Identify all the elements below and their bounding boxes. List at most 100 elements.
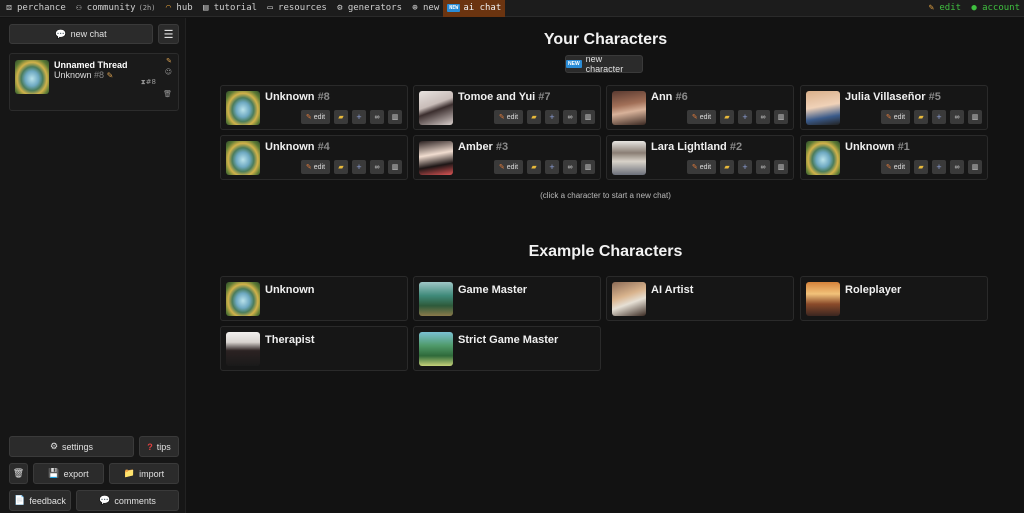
link-button[interactable]: ∞: [756, 160, 770, 174]
comments-button[interactable]: 💬 comments: [76, 490, 179, 511]
delete-button[interactable]: ▥: [388, 160, 402, 174]
export-button[interactable]: 💾 export: [33, 463, 104, 484]
character-avatar: [612, 141, 646, 175]
add-button[interactable]: +: [545, 160, 559, 174]
folder-button[interactable]: ▰: [527, 110, 541, 124]
pencil-icon: ✎: [498, 114, 505, 121]
nav-perchance[interactable]: ⚄ perchance: [0, 0, 70, 17]
delete-button[interactable]: ▥: [581, 160, 595, 174]
add-button[interactable]: +: [932, 110, 946, 124]
trash-icon[interactable]: 🗑: [163, 90, 172, 98]
character-card[interactable]: Unknown #1 ✎ edit ▰ + ∞ ▥: [800, 135, 988, 180]
link-button[interactable]: ∞: [756, 110, 770, 124]
settings-button[interactable]: ⚙ settings: [9, 436, 134, 457]
character-avatar: [419, 91, 453, 125]
speech-bubble-icon: 💬: [55, 28, 67, 39]
hamburger-icon: ☰: [163, 28, 174, 41]
nav-hub[interactable]: ◠ hub: [159, 0, 196, 17]
nav-new[interactable]: ⊕ new: [406, 0, 443, 17]
trash-icon: ▥: [971, 164, 979, 171]
character-card[interactable]: Ann #6 ✎ edit ▰ + ∞ ▥: [606, 85, 794, 130]
character-card[interactable]: Julia Villaseñor #5 ✎ edit ▰ + ∞ ▥: [800, 85, 988, 130]
link-button[interactable]: ∞: [563, 110, 577, 124]
new-character-button[interactable]: NEW new character: [565, 54, 643, 74]
folder-button[interactable]: ▰: [527, 160, 541, 174]
edit-button[interactable]: ✎ edit: [494, 110, 523, 124]
example-character-card[interactable]: Game Master: [413, 276, 601, 321]
character-card[interactable]: Amber #3 ✎ edit ▰ + ∞ ▥: [413, 135, 601, 180]
link-icon: ∞: [567, 113, 573, 121]
example-character-card[interactable]: AI Artist: [606, 276, 794, 321]
edit-button[interactable]: ✎ edit: [687, 160, 716, 174]
link-button[interactable]: ∞: [563, 160, 577, 174]
new-chat-button[interactable]: 💬 new chat: [9, 24, 153, 44]
pencil-icon: ✎: [885, 114, 892, 121]
add-button[interactable]: +: [932, 160, 946, 174]
link-button[interactable]: ∞: [950, 160, 964, 174]
character-avatar: [419, 282, 453, 316]
folder-button[interactable]: ▰: [914, 110, 928, 124]
edit-button[interactable]: ✎ edit: [301, 160, 330, 174]
character-card[interactable]: Lara Lightland #2 ✎ edit ▰ + ∞ ▥: [606, 135, 794, 180]
nav-edit[interactable]: ✎ edit: [922, 0, 965, 17]
pencil-icon: ✎: [691, 164, 698, 171]
feedback-button[interactable]: 📄 feedback: [9, 490, 71, 511]
add-button[interactable]: +: [352, 160, 366, 174]
delete-button[interactable]: ▥: [774, 110, 788, 124]
add-button[interactable]: +: [738, 110, 752, 124]
import-button[interactable]: 📁 import: [109, 463, 179, 484]
character-avatar: [226, 91, 260, 125]
delete-all-button[interactable]: 🗑: [9, 463, 28, 484]
nav-generators[interactable]: ⚙ generators: [331, 0, 406, 17]
edit-button[interactable]: ✎ edit: [301, 110, 330, 124]
edit-button[interactable]: ✎ edit: [881, 110, 910, 124]
example-character-card[interactable]: Unknown: [220, 276, 408, 321]
link-button[interactable]: ∞: [950, 110, 964, 124]
link-icon: ∞: [760, 113, 766, 121]
folder-button[interactable]: ▰: [334, 110, 348, 124]
nav-ai-chat[interactable]: NEW ai chat: [443, 0, 506, 17]
folder-button[interactable]: ▰: [334, 160, 348, 174]
example-character-card[interactable]: Strict Game Master: [413, 326, 601, 371]
folder-button[interactable]: ▰: [720, 110, 734, 124]
delete-button[interactable]: ▥: [774, 160, 788, 174]
example-character-card[interactable]: Roleplayer: [800, 276, 988, 321]
link-icon: ∞: [374, 163, 380, 171]
nav-tutorial[interactable]: ▤ tutorial: [197, 0, 261, 17]
edit-thread-icon[interactable]: ✎: [166, 57, 172, 65]
add-button[interactable]: +: [545, 110, 559, 124]
menu-button[interactable]: ☰: [158, 24, 179, 44]
thread-item[interactable]: Unnamed Thread Unknown #8 ✎ ✎ ☺ ⧗#8 🗑: [9, 53, 179, 111]
trash-icon: 🗑: [12, 468, 25, 478]
delete-button[interactable]: ▥: [581, 110, 595, 124]
trash-icon: ▥: [391, 164, 399, 171]
link-button[interactable]: ∞: [370, 110, 384, 124]
nav-community[interactable]: ⚇ community (2h): [70, 0, 160, 17]
delete-button[interactable]: ▥: [968, 110, 982, 124]
add-button[interactable]: +: [738, 160, 752, 174]
nav-account[interactable]: ● account: [965, 0, 1024, 17]
pencil-icon: ✎: [885, 164, 892, 171]
edit-button[interactable]: ✎ edit: [687, 110, 716, 124]
person-icon[interactable]: ☺: [165, 68, 172, 76]
your-characters-title: Your Characters: [543, 31, 668, 48]
folder-button[interactable]: ▰: [914, 160, 928, 174]
character-card[interactable]: Tomoe and Yui #7 ✎ edit ▰ + ∞ ▥: [413, 85, 601, 130]
add-button[interactable]: +: [352, 110, 366, 124]
delete-button[interactable]: ▥: [968, 160, 982, 174]
delete-button[interactable]: ▥: [388, 110, 402, 124]
example-character-card[interactable]: Therapist: [220, 326, 408, 371]
edit-button[interactable]: ✎ edit: [881, 160, 910, 174]
folder-button[interactable]: ▰: [720, 160, 734, 174]
tips-button[interactable]: ? tips: [139, 436, 179, 457]
character-card[interactable]: Unknown #8 ✎ edit ▰ + ∞ ▥: [220, 85, 408, 130]
character-name: Ann #6: [651, 91, 688, 103]
character-name: Game Master: [458, 284, 528, 296]
character-name: Unknown #8: [265, 91, 330, 103]
link-button[interactable]: ∞: [370, 160, 384, 174]
nav-resources[interactable]: ▭ resources: [261, 0, 331, 17]
hint-text: (click a character to start a new chat): [540, 191, 671, 200]
edit-button[interactable]: ✎ edit: [494, 160, 523, 174]
character-card[interactable]: Unknown #4 ✎ edit ▰ + ∞ ▥: [220, 135, 408, 180]
pencil-icon[interactable]: ✎: [107, 71, 114, 80]
